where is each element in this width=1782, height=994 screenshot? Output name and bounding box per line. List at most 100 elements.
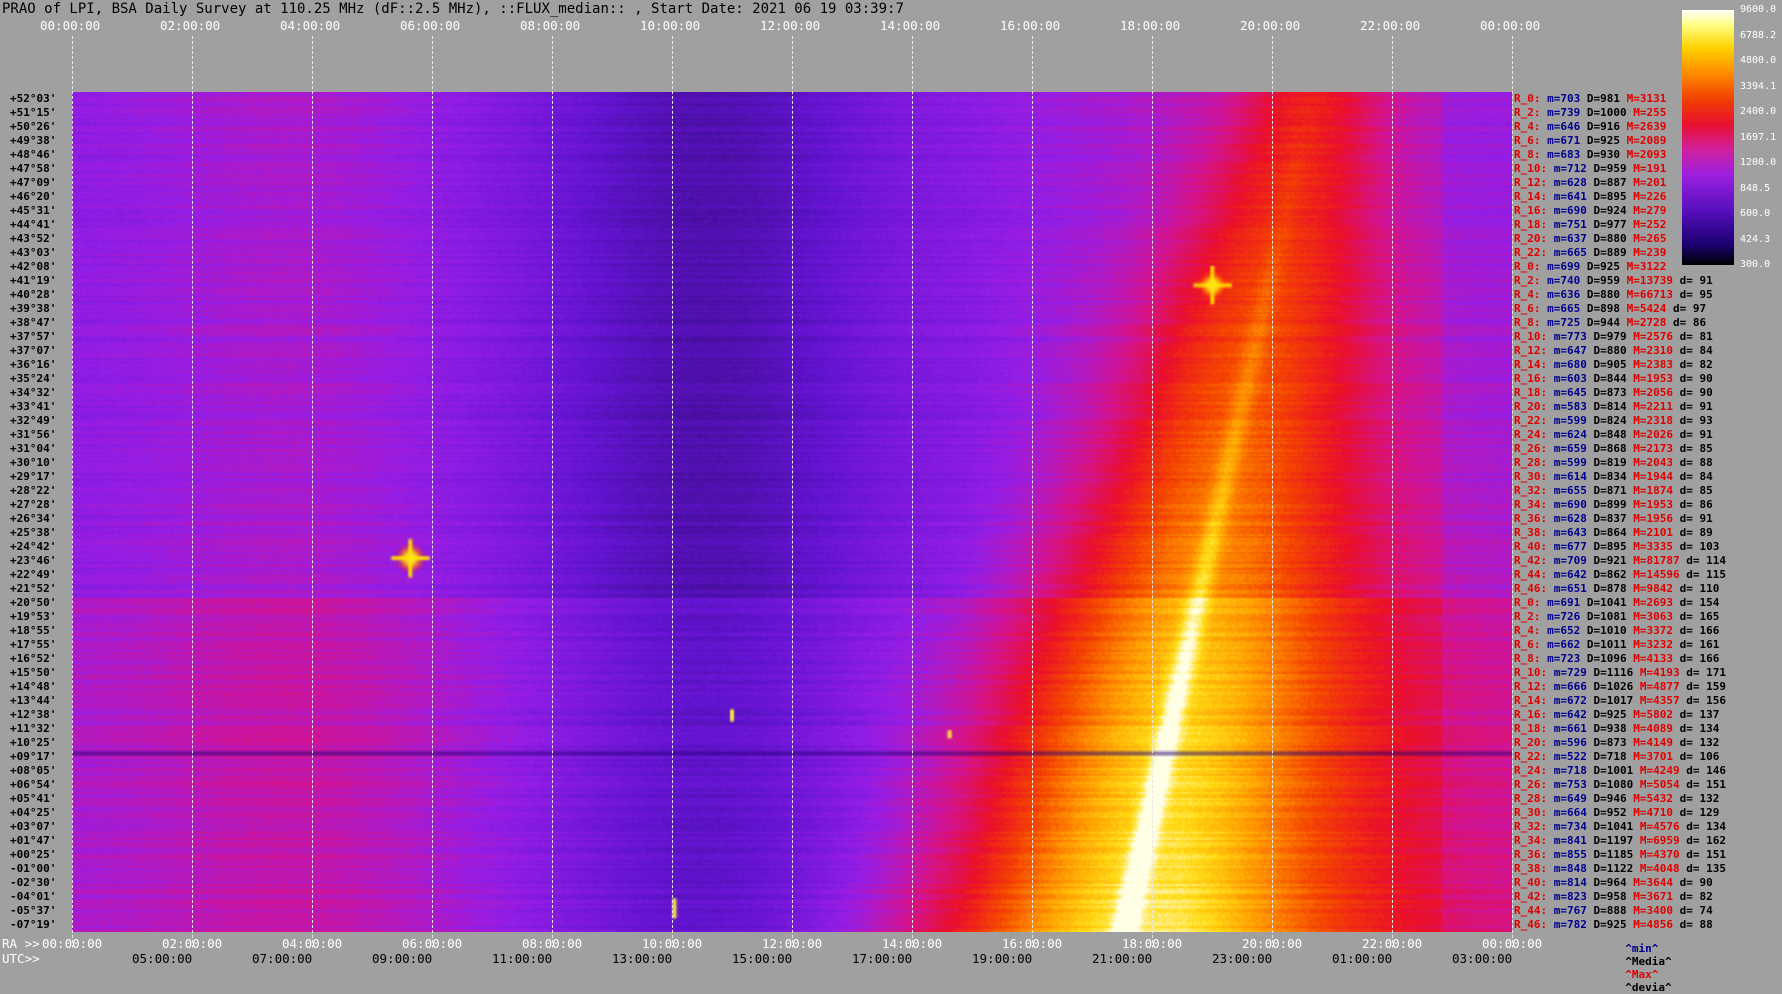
row-stat-dv: d= 91	[1679, 428, 1713, 441]
row-stat-rn: R_22:	[1514, 246, 1554, 259]
declination-label: +28°22'	[10, 484, 57, 497]
row-stat-mx: M=226	[1633, 190, 1673, 203]
legend-max: ^Max^	[1625, 968, 1659, 981]
row-stat-rn: R_14:	[1514, 190, 1554, 203]
row-stat: R_8: m=723 D=1096 M=4133 d= 166	[1514, 652, 1719, 665]
row-stat: R_6: m=671 D=925 M=2089	[1514, 134, 1673, 147]
row-stat-mx: M=13739	[1626, 274, 1680, 287]
row-stat: R_30: m=614 D=834 M=1944 d= 84	[1514, 470, 1713, 483]
utc-tick-label: 11:00:00	[492, 951, 553, 966]
utc-tick-label: 23:00:00	[1212, 951, 1273, 966]
row-stat-rn: R_6:	[1514, 134, 1548, 147]
row-stat-mx: M=255	[1633, 106, 1673, 119]
declination-label: +26°34'	[10, 512, 57, 525]
row-stat: R_40: m=814 D=964 M=3644 d= 90	[1514, 876, 1713, 889]
row-stat-rn: R_18:	[1514, 218, 1554, 231]
row-stat-mx: M=2026	[1633, 428, 1680, 441]
row-stat-mx: M=1944	[1633, 470, 1680, 483]
row-stat: R_2: m=739 D=1000 M=255	[1514, 106, 1673, 119]
row-stat-dd: D=958	[1593, 890, 1634, 903]
row-stat-rn: R_8:	[1514, 316, 1548, 329]
row-stat-mx: M=2310	[1633, 344, 1680, 357]
colorbar-tick-label: 4800.0	[1740, 55, 1777, 66]
row-stat-mx: M=2173	[1633, 442, 1680, 455]
row-stat-mm: m=665	[1553, 246, 1594, 259]
top-tick-label: 20:00:00	[1240, 18, 1301, 33]
row-stat-dd: D=848	[1593, 428, 1634, 441]
row-stat-mm: m=814	[1553, 876, 1594, 889]
row-stat-mm: m=671	[1547, 134, 1587, 147]
row-stat-dd: D=1000	[1586, 106, 1634, 119]
declination-label: +43°52'	[10, 232, 57, 245]
row-stat-mm: m=583	[1553, 400, 1594, 413]
row-stat-dd: D=895	[1593, 190, 1634, 203]
row-stat: R_24: m=624 D=848 M=2026 d= 91	[1514, 428, 1713, 441]
declination-label: +51°15'	[10, 106, 57, 119]
declination-label: +36°16'	[10, 358, 57, 371]
row-stat-mm: m=683	[1547, 148, 1587, 161]
row-stat-mm: m=614	[1553, 470, 1594, 483]
row-stat-rn: R_24:	[1514, 764, 1554, 777]
utc-tick-label: 15:00:00	[732, 951, 793, 966]
ra-tick-label: 00:00:00	[1482, 936, 1543, 951]
row-stat: R_36: m=628 D=837 M=1956 d= 91	[1514, 512, 1713, 525]
row-stat-mm: m=740	[1547, 274, 1587, 287]
row-stat-dd: D=944	[1586, 316, 1627, 329]
row-stat-dd: D=1011	[1586, 638, 1634, 651]
row-stat-dv: d= 134	[1686, 820, 1726, 833]
row-stat-dv: d= 86	[1672, 316, 1707, 329]
declination-label: -01°00'	[10, 862, 57, 875]
declination-label: +08°05'	[10, 764, 57, 777]
row-stat-dv: d= 95	[1679, 288, 1713, 301]
row-stat-dv: d= 166	[1679, 624, 1720, 637]
ra-axis-label: RA >>	[2, 936, 40, 951]
row-stat-mx: M=4877	[1639, 680, 1687, 693]
row-stat-rn: R_44:	[1514, 568, 1554, 581]
row-stat: R_26: m=753 D=1080 M=5054 d= 151	[1514, 778, 1726, 791]
declination-label: +18°55'	[10, 624, 57, 637]
row-stat-mx: M=4357	[1639, 694, 1687, 707]
declination-label: +06°54'	[10, 778, 57, 791]
row-stat-mm: m=718	[1553, 764, 1594, 777]
row-stat-mm: m=767	[1553, 904, 1594, 917]
row-stat-dv: d= 103	[1679, 540, 1720, 553]
row-stat-dd: D=898	[1586, 302, 1627, 315]
row-stat-mx: M=1874	[1633, 484, 1680, 497]
row-stat-dv: d= 114	[1686, 554, 1726, 567]
row-stat-dd: D=1122	[1593, 862, 1640, 875]
row-stat-dd: D=824	[1593, 414, 1634, 427]
declination-label: +39°38'	[10, 302, 57, 315]
vertical-grid-line	[1512, 36, 1513, 948]
row-stat: R_4: m=652 D=1010 M=3372 d= 166	[1514, 624, 1719, 637]
row-stat-mm: m=624	[1553, 428, 1594, 441]
row-stat: R_32: m=655 D=871 M=1874 d= 85	[1514, 484, 1713, 497]
row-stat-dd: D=880	[1586, 288, 1627, 301]
row-stat-mx: M=2383	[1633, 358, 1680, 371]
row-stat: R_18: m=645 D=873 M=2056 d= 90	[1514, 386, 1713, 399]
row-stat-dd: D=1096	[1586, 652, 1634, 665]
row-stat-mx: M=2043	[1633, 456, 1680, 469]
row-stat-dv: d= 115	[1686, 568, 1726, 581]
vertical-grid-line	[1152, 36, 1153, 948]
row-stat: R_42: m=709 D=921 M=81787 d= 114	[1514, 554, 1726, 567]
row-stat-rn: R_16:	[1514, 204, 1554, 217]
row-stat-mx: M=2576	[1633, 330, 1680, 343]
row-stat: R_12: m=647 D=880 M=2310 d= 84	[1514, 344, 1713, 357]
row-stat-dv: d= 162	[1686, 834, 1726, 847]
ra-tick-label: 18:00:00	[1122, 936, 1183, 951]
row-stat-mx: M=2728	[1626, 316, 1673, 329]
declination-label: +21°52'	[10, 582, 57, 595]
row-stat-mx: M=66713	[1626, 288, 1680, 301]
row-stat-mm: m=677	[1553, 540, 1594, 553]
declination-label: -05°37'	[10, 904, 57, 917]
declination-label: +49°38'	[10, 134, 57, 147]
row-stat-mx: M=3644	[1633, 876, 1680, 889]
row-stat-mx: M=279	[1633, 204, 1673, 217]
row-stat-mx: M=4133	[1633, 652, 1680, 665]
declination-label: +42°08'	[10, 260, 57, 273]
row-stat: R_28: m=649 D=946 M=5432 d= 132	[1514, 792, 1719, 805]
row-stat-dd: D=873	[1593, 386, 1634, 399]
row-stat-mx: M=2211	[1633, 400, 1680, 413]
row-stat: R_0: m=703 D=981 M=3131	[1514, 92, 1673, 105]
row-stat-mm: m=723	[1547, 652, 1587, 665]
